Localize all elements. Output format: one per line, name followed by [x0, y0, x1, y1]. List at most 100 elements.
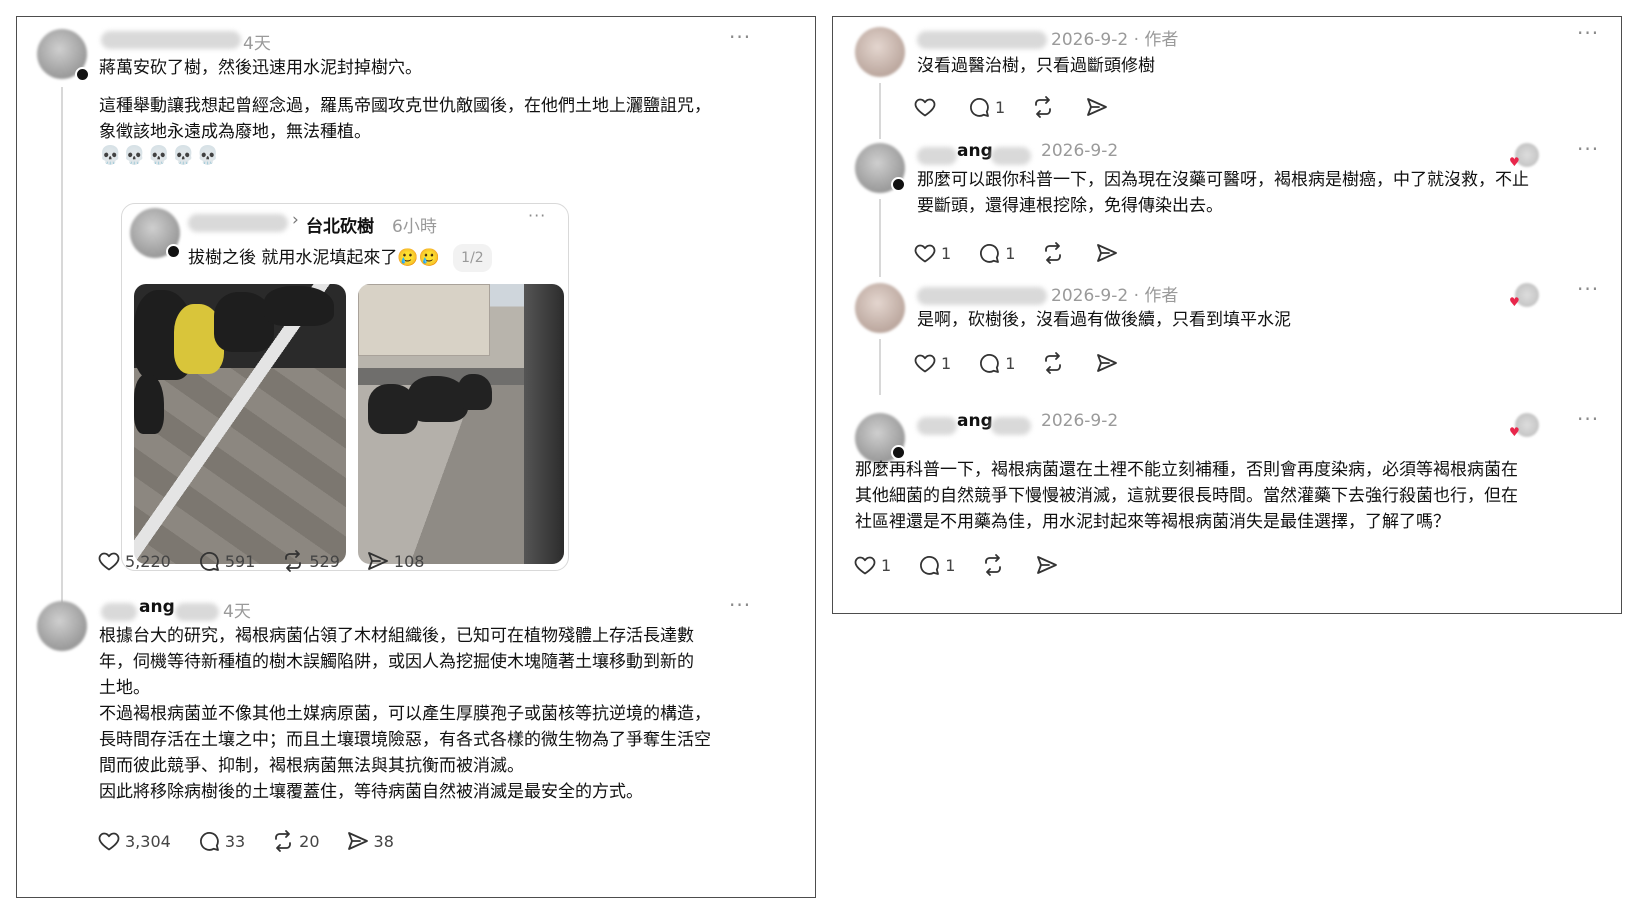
- more-icon[interactable]: ···: [1577, 137, 1599, 161]
- quoted-post-card[interactable]: › 台北砍樹 6小時 ··· 拔樹之後 就用水泥填起來了🥲🥲 1/2: [121, 203, 569, 571]
- share-count: 38: [373, 831, 394, 851]
- author-name[interactable]: ang: [957, 411, 993, 431]
- repost-button[interactable]: [981, 553, 1009, 577]
- share-button[interactable]: 38: [346, 829, 394, 853]
- heart-icon: [913, 351, 937, 375]
- author-name[interactable]: ang: [957, 141, 993, 161]
- repost-button[interactable]: [1041, 351, 1069, 375]
- quote-author-blurred[interactable]: [188, 214, 288, 232]
- share-icon: [346, 829, 370, 853]
- share-button[interactable]: 108: [366, 549, 424, 573]
- author-name[interactable]: ang: [139, 597, 175, 617]
- share-button[interactable]: [1095, 241, 1123, 265]
- heart-icon: [913, 95, 937, 119]
- like-button[interactable]: 1: [853, 553, 891, 577]
- author-name-blurred[interactable]: [917, 31, 1047, 49]
- reply-button[interactable]: 591: [197, 549, 256, 573]
- avatar[interactable]: [37, 601, 87, 651]
- pillar-shape: [524, 284, 564, 564]
- author-name-blurred[interactable]: [991, 147, 1031, 165]
- quote-text-content: 拔樹之後 就用水泥填起來了🥲🥲: [188, 248, 440, 268]
- scooter-shape: [134, 374, 164, 434]
- post-time: 4天: [243, 34, 271, 54]
- author-name-blurred[interactable]: [101, 603, 137, 621]
- photo-street-cement[interactable]: [358, 284, 564, 564]
- repost-icon: [981, 553, 1005, 577]
- reply-count: 33: [224, 831, 246, 851]
- reply-time: 2026-9-2 · 作者: [1051, 281, 1178, 306]
- reply-actions: 1 1: [853, 551, 1089, 579]
- repost-button[interactable]: 529: [281, 549, 340, 573]
- author-name-blurred[interactable]: [101, 31, 241, 49]
- share-button[interactable]: [1095, 351, 1123, 375]
- reply-button[interactable]: 1: [977, 241, 1015, 265]
- like-button[interactable]: [913, 95, 941, 119]
- image-counter-badge: 1/2: [453, 244, 492, 272]
- post-text-line: 長時間存活在土壤之中；而且土壤環境險惡，有各式各樣的微生物為了爭奪生活空: [99, 730, 711, 750]
- share-icon: [1095, 351, 1119, 375]
- red-heart-icon: ♥: [1509, 425, 1520, 439]
- avatar-follow-dot: [891, 177, 906, 192]
- quote-topic[interactable]: 台北砍樹: [306, 212, 374, 237]
- avatar[interactable]: [855, 283, 905, 333]
- more-icon[interactable]: ···: [528, 206, 546, 225]
- comment-icon: [197, 549, 221, 573]
- heart-icon: [97, 829, 121, 853]
- repost-button[interactable]: [1041, 241, 1069, 265]
- like-count: 1: [941, 243, 952, 263]
- photo-scooters-sidewalk[interactable]: [134, 284, 346, 564]
- like-count: 1: [941, 353, 952, 373]
- like-button[interactable]: 3,304: [97, 829, 171, 853]
- thread-line: [61, 87, 63, 607]
- repost-icon: [281, 549, 305, 573]
- scooter-shape: [458, 374, 492, 410]
- author-name-blurred[interactable]: [917, 417, 957, 435]
- more-icon[interactable]: ···: [1577, 277, 1599, 301]
- reply-button[interactable]: 1: [977, 351, 1015, 375]
- reply-time: 2026-9-2: [1041, 411, 1119, 431]
- repost-button[interactable]: [1031, 95, 1059, 119]
- right-thread-panel: 2026-9-2 · 作者 ··· 沒看過醫治樹，只看過斷頭修樹 1 ang 2…: [832, 16, 1622, 614]
- more-icon[interactable]: ···: [729, 25, 751, 49]
- share-icon: [1035, 553, 1059, 577]
- post-time: 4天: [223, 602, 251, 622]
- thread-line: [879, 339, 881, 395]
- author-name-blurred[interactable]: [175, 603, 219, 621]
- thread-line: [879, 199, 881, 277]
- repost-count: 20: [299, 831, 320, 851]
- like-button[interactable]: 1: [913, 351, 951, 375]
- reply-count: 591: [224, 551, 256, 571]
- author-tag: · 作者: [1133, 30, 1179, 50]
- more-icon[interactable]: ···: [1577, 407, 1599, 431]
- like-button[interactable]: 5,220: [97, 549, 171, 573]
- heart-icon: [97, 549, 121, 573]
- author-name-blurred[interactable]: [917, 287, 1047, 305]
- reply-text-line: 要斷頭，還得連根挖除，免得傳染出去。: [917, 196, 1223, 216]
- thread-line: [879, 83, 881, 139]
- like-button[interactable]: 1: [913, 241, 951, 265]
- post-text-line: 間而彼此競爭、抑制，褐根病菌無法與其抗衡而被消滅。: [99, 756, 524, 776]
- avatar[interactable]: [855, 27, 905, 77]
- liked-by-author-badge: ♥: [1509, 413, 1539, 445]
- like-count: 1: [881, 555, 892, 575]
- more-icon[interactable]: ···: [729, 593, 751, 617]
- reply-count: 1: [1005, 353, 1016, 373]
- post-text-line: 根據台大的研究，褐根病菌佔領了木材組織後，已知可在植物殘體上存活長達數: [99, 626, 694, 646]
- liked-by-author-badge: ♥: [1509, 283, 1539, 315]
- more-icon[interactable]: ···: [1577, 21, 1599, 45]
- reply-button[interactable]: 1: [967, 95, 1005, 119]
- share-button[interactable]: [1085, 95, 1113, 119]
- author-tag: · 作者: [1133, 286, 1179, 306]
- reply-actions: 1 1: [913, 239, 1149, 267]
- comment-icon: [977, 241, 1001, 265]
- share-button[interactable]: [1035, 553, 1063, 577]
- quote-text: 拔樹之後 就用水泥填起來了🥲🥲 1/2: [188, 244, 492, 272]
- reply-button[interactable]: 1: [917, 553, 955, 577]
- repost-button[interactable]: 20: [271, 829, 320, 853]
- reply-button[interactable]: 33: [197, 829, 245, 853]
- comment-icon: [197, 829, 221, 853]
- author-name-blurred[interactable]: [917, 147, 957, 165]
- reply-text: 是啊，砍樹後，沒看過有做後續，只看到填平水泥: [917, 310, 1291, 330]
- author-name-blurred[interactable]: [991, 417, 1031, 435]
- reply-time: 2026-9-2: [1041, 141, 1119, 161]
